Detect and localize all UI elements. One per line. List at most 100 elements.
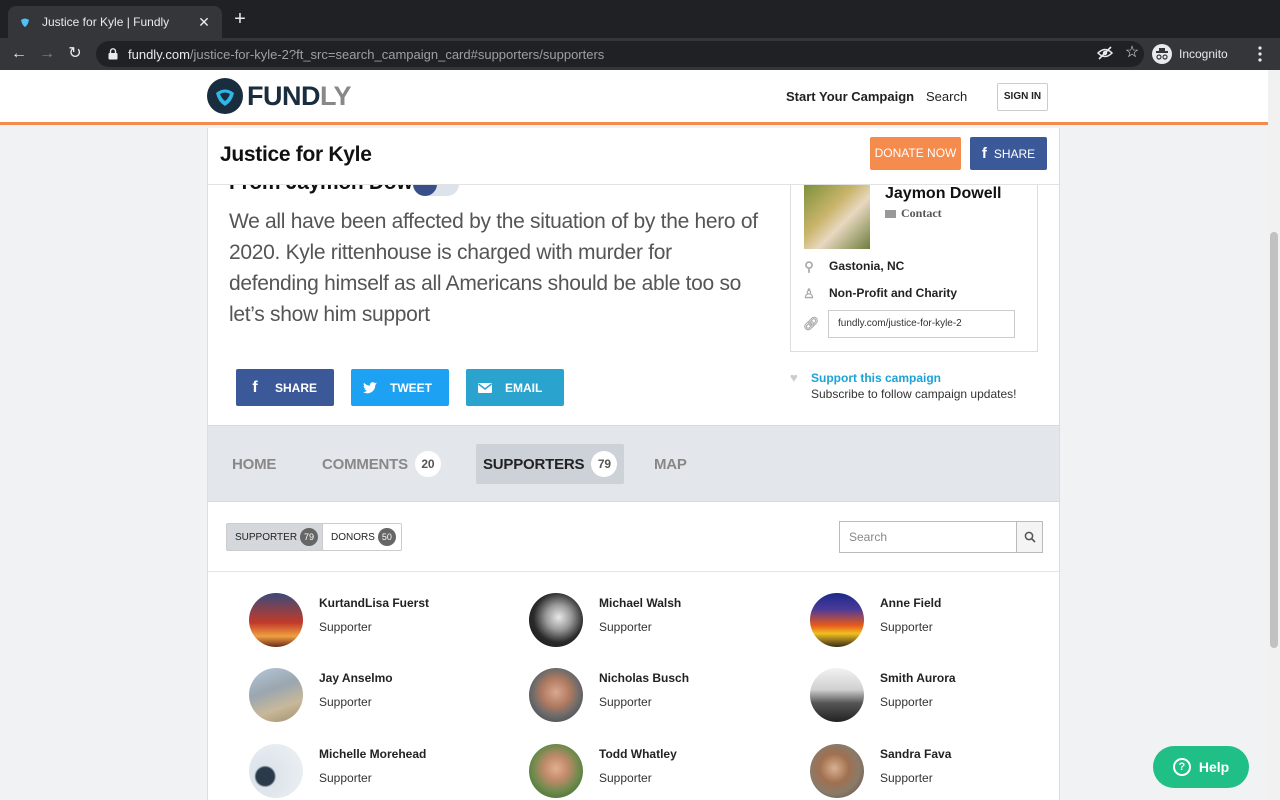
- supporter-avatar: [810, 593, 864, 647]
- help-button[interactable]: ? Help: [1153, 746, 1249, 788]
- supporter-card[interactable]: Jay Anselmo Supporter: [249, 668, 509, 724]
- supporter-role: Supporter: [880, 695, 933, 709]
- supporter-role: Supporter: [599, 771, 652, 785]
- new-tab-icon[interactable]: +: [230, 9, 250, 29]
- incognito-label: Incognito: [1179, 47, 1228, 61]
- supporter-card[interactable]: Sandra Fava Supporter: [810, 744, 1070, 800]
- organizer-name[interactable]: Jaymon Dowell: [885, 185, 1001, 203]
- supporter-name: Smith Aurora: [880, 671, 956, 685]
- tweet-button[interactable]: TWEET: [351, 369, 449, 406]
- supporter-search-input[interactable]: Search: [839, 521, 1017, 553]
- panel-divider: [208, 571, 1059, 572]
- envelope-icon: [885, 209, 896, 218]
- supporter-card[interactable]: Smith Aurora Supporter: [810, 668, 1070, 724]
- email-label: EMAIL: [505, 380, 543, 395]
- contact-organizer-link[interactable]: Contact: [885, 206, 942, 221]
- tab-map-label: MAP: [654, 455, 687, 473]
- donate-now-button[interactable]: DONATE NOW: [870, 137, 961, 170]
- campaign-sticky-header: Justice for Kyle DONATE NOW f SHARE: [208, 128, 1059, 185]
- supporter-role: Supporter: [319, 695, 372, 709]
- header-search-link[interactable]: Search: [926, 89, 967, 104]
- reload-icon[interactable]: ↻: [65, 44, 85, 64]
- campaign-story: We all have been affected by the situati…: [229, 210, 758, 326]
- supporter-card[interactable]: Todd Whatley Supporter: [529, 744, 789, 800]
- forward-arrow-icon[interactable]: →: [37, 44, 57, 64]
- facebook-share-button-bottom[interactable]: f SHARE: [236, 369, 334, 406]
- filter-donors[interactable]: DONORS 50: [322, 523, 402, 551]
- incognito-icon: [1152, 44, 1172, 64]
- browser-tab-strip: Justice for Kyle | Fundly ✕ +: [0, 0, 1280, 38]
- close-tab-icon[interactable]: ✕: [196, 14, 212, 31]
- incognito-profile-button[interactable]: Incognito: [1152, 41, 1228, 67]
- support-campaign-link[interactable]: ♥ Support this campaign: [790, 370, 941, 385]
- browser-toolbar: ← → ↻ fundly.com/justice-for-kyle-2?ft_s…: [0, 38, 1280, 70]
- share-label: SHARE: [275, 380, 318, 395]
- filter-supporter-count: 79: [300, 528, 319, 546]
- tab-map[interactable]: MAP: [654, 444, 687, 484]
- supporter-card[interactable]: Anne Field Supporter: [810, 593, 1070, 649]
- ribbon-icon: ♙: [803, 286, 815, 301]
- location-text: Gastonia, NC: [829, 259, 905, 273]
- tab-comments-label: COMMENTS: [322, 455, 408, 473]
- share-button-label: SHARE: [993, 146, 1036, 161]
- fundly-logo[interactable]: FUNDLY: [207, 78, 352, 114]
- tab-comments[interactable]: COMMENTS 20: [322, 444, 441, 484]
- supporter-card[interactable]: Michelle Morehead Supporter: [249, 744, 509, 800]
- back-arrow-icon[interactable]: ←: [9, 44, 29, 64]
- campaign-card: Justice for Kyle DONATE NOW f SHARE From…: [207, 128, 1060, 425]
- logo-text-fund: FUND: [247, 80, 321, 111]
- category-text[interactable]: Non-Profit and Charity: [829, 286, 957, 300]
- logo-text-ly: LY: [320, 80, 352, 111]
- start-campaign-link[interactable]: Start Your Campaign: [786, 89, 914, 104]
- facebook-icon: f: [981, 145, 987, 162]
- help-label: Help: [1198, 759, 1230, 775]
- supporter-name: Jay Anselmo: [319, 671, 393, 685]
- support-subtitle: Subscribe to follow campaign updates!: [811, 387, 1017, 401]
- facebook-share-button[interactable]: f SHARE: [970, 137, 1047, 170]
- browser-menu-icon[interactable]: [1258, 46, 1262, 62]
- supporter-name: KurtandLisa Fuerst: [319, 596, 430, 610]
- fundly-logo-icon: [207, 78, 243, 114]
- supporter-avatar: [249, 744, 303, 798]
- site-header: FUNDLY Start Your Campaign Search SIGN I…: [0, 70, 1268, 125]
- supporter-role: Supporter: [599, 695, 652, 709]
- page-scrollbar[interactable]: [1268, 70, 1280, 800]
- tab-home[interactable]: HOME: [232, 444, 276, 484]
- filter-donors-count: 50: [377, 528, 396, 546]
- supporter-role: Supporter: [319, 620, 372, 634]
- support-link-label: Support this campaign: [811, 370, 942, 385]
- browser-tab[interactable]: Justice for Kyle | Fundly ✕: [8, 6, 222, 38]
- supporter-role: Supporter: [319, 771, 372, 785]
- supporters-panel: SUPPORTER 79 DONORS 50 Search KurtandLis…: [207, 502, 1060, 800]
- supporter-card[interactable]: Michael Walsh Supporter: [529, 593, 789, 649]
- email-share-button[interactable]: EMAIL: [466, 369, 564, 406]
- supporter-name: Todd Whatley: [599, 747, 677, 761]
- campaign-tabs: HOME COMMENTS 20 SUPPORTERS 79 MAP: [207, 425, 1060, 502]
- link-row: 🔗︎: [803, 316, 829, 331]
- address-bar[interactable]: fundly.com/justice-for-kyle-2?ft_src=sea…: [96, 41, 1144, 67]
- map-pin-icon: ⚲: [804, 259, 814, 274]
- tab-supporters[interactable]: SUPPORTERS 79: [476, 444, 625, 484]
- tracking-eye-off-icon[interactable]: [1096, 44, 1114, 62]
- lock-icon: [108, 48, 118, 60]
- url-path: /justice-for-kyle-2?ft_src=search_campai…: [189, 46, 605, 62]
- bookmark-star-icon[interactable]: ☆: [1123, 44, 1141, 62]
- sign-in-button[interactable]: SIGN IN: [997, 83, 1048, 111]
- organizer-avatar[interactable]: [804, 183, 870, 249]
- facebook-icon: f: [252, 378, 258, 396]
- supporter-search-button[interactable]: [1016, 521, 1043, 553]
- supporter-card[interactable]: KurtandLisa Fuerst Supporter: [249, 593, 509, 649]
- tab-supporters-label: SUPPORTERS: [483, 455, 585, 473]
- heart-icon: ♥: [790, 370, 798, 385]
- filter-supporter-label: SUPPORTER: [235, 531, 298, 543]
- supporter-avatar: [529, 744, 583, 798]
- browser-tab-title: Justice for Kyle | Fundly: [42, 15, 170, 29]
- supporter-name: Sandra Fava: [880, 747, 952, 761]
- scrollbar-thumb[interactable]: [1270, 232, 1278, 648]
- supporter-card[interactable]: Nicholas Busch Supporter: [529, 668, 789, 724]
- campaign-url-field[interactable]: fundly.com/justice-for-kyle-2: [828, 310, 1015, 338]
- filter-supporter[interactable]: SUPPORTER 79: [226, 523, 325, 551]
- contact-label: Contact: [901, 206, 942, 220]
- supporter-role: Supporter: [880, 620, 933, 634]
- search-icon: [1024, 531, 1036, 543]
